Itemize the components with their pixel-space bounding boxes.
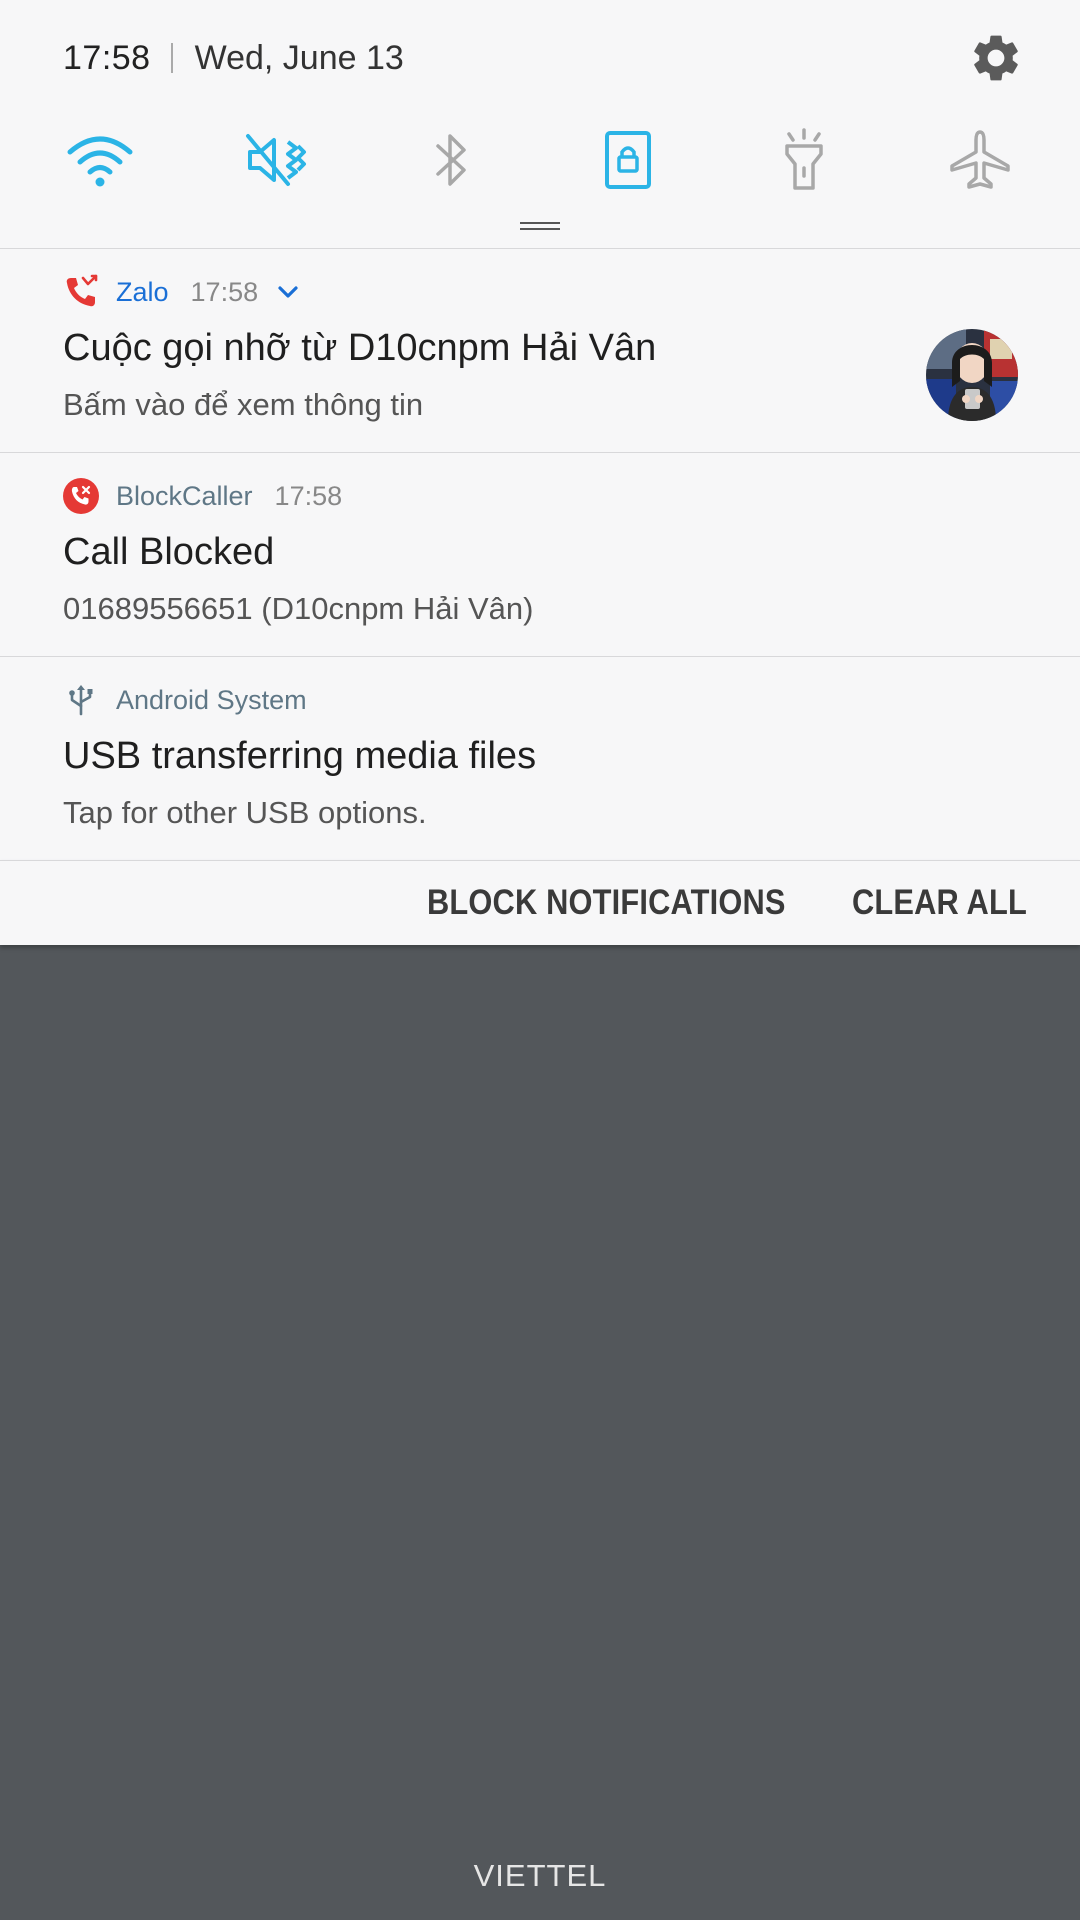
status-row: 17:58 Wed, June 13	[63, 32, 404, 84]
blocked-call-icon	[63, 478, 99, 514]
notification-title: Cuộc gọi nhỡ từ D10cnpm Hải Vân	[63, 327, 657, 369]
notification-app-name: Android System	[116, 684, 307, 715]
date[interactable]: Wed, June 13	[195, 39, 404, 78]
flashlight-toggle[interactable]	[764, 120, 844, 200]
clock: 17:58	[63, 38, 151, 77]
notification-header: Android System	[63, 682, 329, 718]
chevron-down-icon[interactable]	[276, 284, 300, 300]
screen-rotation-lock-icon	[605, 131, 651, 189]
notification-app-name: Zalo	[116, 276, 169, 307]
clear-all-button[interactable]: CLEAR ALL	[852, 861, 1027, 945]
notification-time: 17:58	[190, 276, 259, 307]
usb-icon	[63, 682, 99, 718]
quick-panel-header: 17:58 Wed, June 13	[0, 0, 1080, 248]
block-notifications-button[interactable]: BLOCK NOTIFICATIONS	[427, 861, 786, 945]
flashlight-icon	[785, 128, 823, 190]
wifi-toggle[interactable]	[60, 120, 140, 200]
drag-handle[interactable]	[520, 222, 560, 230]
notification-android-system[interactable]: Android System USB transferring media fi…	[0, 656, 1080, 860]
airplane-mode-toggle[interactable]	[940, 120, 1020, 200]
airplane-mode-icon	[950, 130, 1010, 189]
notification-body: Bấm vào để xem thông tin	[63, 387, 424, 422]
notification-header: BlockCaller 17:58	[63, 478, 360, 514]
divider	[170, 43, 173, 73]
notification-time: 17:58	[274, 480, 343, 511]
notification-blockcaller[interactable]: BlockCaller 17:58 Call Blocked 016895566…	[0, 452, 1080, 656]
bluetooth-toggle[interactable]	[412, 120, 492, 200]
avatar	[926, 329, 1018, 421]
wifi-icon	[67, 136, 133, 187]
notification-body: Tap for other USB options.	[63, 795, 427, 830]
notification-body: 01689556651 (D10cnpm Hải Vân)	[63, 591, 534, 626]
notification-shade: 17:58 Wed, June 13 Zalo 17:58 Cuộc gọi n…	[0, 0, 1080, 945]
notification-actions-bar: BLOCK NOTIFICATIONS CLEAR ALL	[0, 860, 1080, 945]
missed-call-icon	[63, 274, 99, 310]
sound-mode-toggle[interactable]	[236, 120, 316, 200]
carrier-label: VIETTEL	[473, 1858, 607, 1893]
notification-header: Zalo 17:58	[63, 274, 300, 310]
notification-app-name: BlockCaller	[116, 480, 253, 511]
rotation-lock-toggle[interactable]	[588, 120, 668, 200]
notification-zalo[interactable]: Zalo 17:58 Cuộc gọi nhỡ từ D10cnpm Hải V…	[0, 248, 1080, 452]
notification-title: Call Blocked	[63, 531, 275, 573]
mute-vibrate-icon	[246, 134, 306, 186]
bluetooth-icon	[436, 134, 466, 186]
notification-title: USB transferring media files	[63, 735, 537, 777]
settings-gear-icon[interactable]	[968, 30, 1024, 86]
quick-settings-row	[0, 120, 1080, 200]
